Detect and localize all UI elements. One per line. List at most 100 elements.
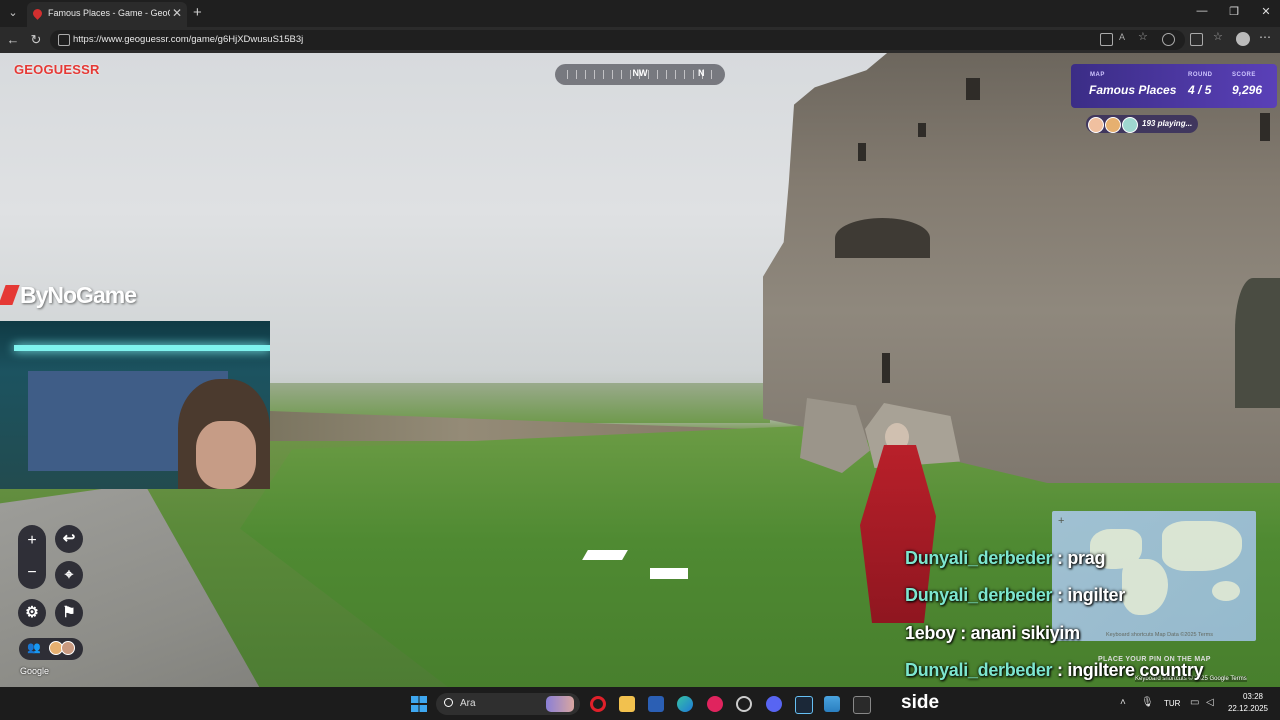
chat-user: Dunyali_derbeder: [905, 585, 1053, 605]
minimize-icon[interactable]: —: [1192, 5, 1212, 17]
file-explorer-icon[interactable]: [619, 696, 635, 712]
search-highlight-icon: [546, 696, 574, 712]
chat-text: : prag: [1056, 548, 1106, 568]
app-icon[interactable]: [648, 696, 664, 712]
streamer-face: [196, 421, 256, 489]
map-land: [1162, 521, 1242, 571]
score-value: 9,296: [1232, 83, 1263, 97]
webcam-overlay: [0, 321, 270, 489]
media-player-icon[interactable]: [707, 696, 723, 712]
clock-date[interactable]: 22.12.2025: [1226, 704, 1270, 713]
compass-heading: NW: [632, 68, 648, 78]
player-avatar: [1088, 117, 1104, 133]
map-land: [1212, 581, 1240, 601]
profile-avatar[interactable]: [1236, 32, 1250, 46]
settings-app-icon[interactable]: [736, 696, 752, 712]
url-text: https://www.geoguessr.com/game/g6HjXDwus…: [73, 34, 304, 45]
map-label: MAP: [1090, 72, 1105, 78]
round-value: 4 / 5: [1188, 83, 1212, 97]
party-button[interactable]: 👥: [19, 638, 83, 660]
read-aloud-icon[interactable]: A: [1119, 32, 1130, 43]
zoom-controls: + −: [18, 525, 46, 589]
castle-doorway: [1235, 278, 1280, 408]
search-placeholder: Ara: [460, 698, 476, 709]
compass-north: N: [698, 68, 705, 78]
round-label: ROUND: [1188, 72, 1213, 78]
chat-user: Dunyali_derbeder: [905, 548, 1053, 568]
input-language[interactable]: TUR: [1164, 699, 1180, 708]
chat-message: Dunyali_derbeder : ingilter: [905, 585, 1125, 606]
active-tab[interactable]: Famous Places - Game - GeoGuessr ✕: [27, 2, 187, 27]
move-arrow[interactable]: [582, 550, 628, 560]
show-hidden-icons-icon[interactable]: ˄: [1120, 697, 1126, 708]
undo-move-button[interactable]: ↩: [55, 525, 83, 553]
epic-games-icon[interactable]: [853, 696, 871, 714]
volume-icon[interactable]: ◁: [1206, 697, 1214, 708]
street-view-panorama[interactable]: GEOGUESSR NW N MAP Famous Places ROUND 4…: [0, 53, 1280, 687]
players-indicator[interactable]: 193 playing...: [1086, 115, 1198, 133]
castle-window: [918, 123, 926, 137]
edge-icon[interactable]: [677, 696, 693, 712]
opera-icon[interactable]: [590, 696, 606, 712]
microphone-icon[interactable]: 🎙: [1141, 697, 1154, 708]
player-avatar: [1122, 117, 1138, 133]
favorites-icon[interactable]: ☆: [1213, 30, 1224, 43]
discord-icon[interactable]: [766, 696, 782, 712]
geoguessr-favicon-icon: [31, 7, 44, 20]
castle-window: [858, 143, 866, 161]
map-footer: Keyboard shortcuts Map Data ©2025 Terms: [1106, 632, 1213, 638]
map-name: Famous Places: [1089, 83, 1177, 97]
bynogame-logo-icon: [0, 285, 20, 305]
favorite-star-icon[interactable]: ☆: [1138, 30, 1149, 43]
map-land: [1122, 559, 1168, 615]
google-logo: Google: [20, 666, 50, 676]
castle-arch: [835, 218, 930, 258]
tab-title: Famous Places - Game - GeoGuessr: [48, 8, 170, 18]
chat-text: : anani sikiyim: [960, 623, 1080, 643]
photos-icon[interactable]: [824, 696, 840, 712]
castle-window: [966, 78, 980, 100]
flag-icon[interactable]: ⚑: [55, 599, 83, 627]
castle-window: [882, 353, 890, 383]
chat-user: Dunyali_derbeder: [905, 660, 1053, 680]
chat-message: Dunyali_derbeder : prag: [905, 548, 1105, 569]
url-box[interactable]: https://www.geoguessr.com/game/g6HjXDwus…: [50, 30, 1185, 50]
return-to-start-pin-icon[interactable]: ⌖: [55, 561, 83, 589]
zoom-out-button[interactable]: −: [18, 557, 46, 589]
network-icon[interactable]: ▭: [1190, 697, 1199, 708]
compass: NW N: [555, 64, 725, 85]
taskbar-search[interactable]: Ara: [436, 693, 580, 715]
zoom-in-button[interactable]: +: [18, 525, 46, 557]
game-status-panel: MAP Famous Places ROUND 4 / 5 SCORE 9,29…: [1071, 64, 1277, 108]
brand-text: ByNoGame: [20, 282, 137, 308]
settings-gear-icon[interactable]: ⚙: [18, 599, 46, 627]
restore-icon[interactable]: ❐: [1224, 5, 1244, 18]
app-available-icon[interactable]: [1100, 33, 1113, 46]
site-info-icon[interactable]: [58, 34, 70, 46]
steam-icon[interactable]: [795, 696, 813, 714]
tab-actions-menu-icon[interactable]: ⌄: [4, 5, 22, 22]
new-tab-icon[interactable]: +: [193, 4, 202, 21]
extensions-icon[interactable]: [1162, 33, 1175, 46]
more-options-icon[interactable]: ⋯: [1259, 30, 1271, 44]
search-icon: [444, 698, 453, 707]
refresh-icon[interactable]: ↻: [28, 32, 44, 48]
caption-overlay-text: side: [901, 692, 940, 713]
address-bar: ← ↻ https://www.geoguessr.com/game/g6HjX…: [0, 27, 1280, 53]
people-icon: 👥: [27, 642, 41, 654]
geoguessr-logo[interactable]: GEOGUESSR: [14, 62, 100, 77]
window-close-icon[interactable]: ✕: [1256, 5, 1276, 18]
player-avatar: [1105, 117, 1121, 133]
clock-time[interactable]: 03:28: [1236, 692, 1270, 701]
map-expand-icon[interactable]: +: [1058, 515, 1064, 527]
windows-taskbar: Ara side ˄ 🎙 TUR ▭ ◁ 03:28 22.12.2025: [0, 687, 1280, 720]
back-icon[interactable]: ←: [5, 32, 21, 47]
chat-text: : ingilter: [1056, 585, 1125, 605]
guess-minimap[interactable]: + Keyboard shortcuts Map Data ©2025 Term…: [1052, 511, 1256, 641]
browser-essentials-icon[interactable]: [1190, 33, 1203, 46]
tab-close-icon[interactable]: ✕: [172, 6, 182, 20]
move-arrow[interactable]: [650, 568, 688, 579]
led-lights: [14, 345, 270, 351]
windows-start-icon[interactable]: [411, 696, 427, 712]
bynogame-watermark: ByNoGame: [0, 282, 137, 309]
